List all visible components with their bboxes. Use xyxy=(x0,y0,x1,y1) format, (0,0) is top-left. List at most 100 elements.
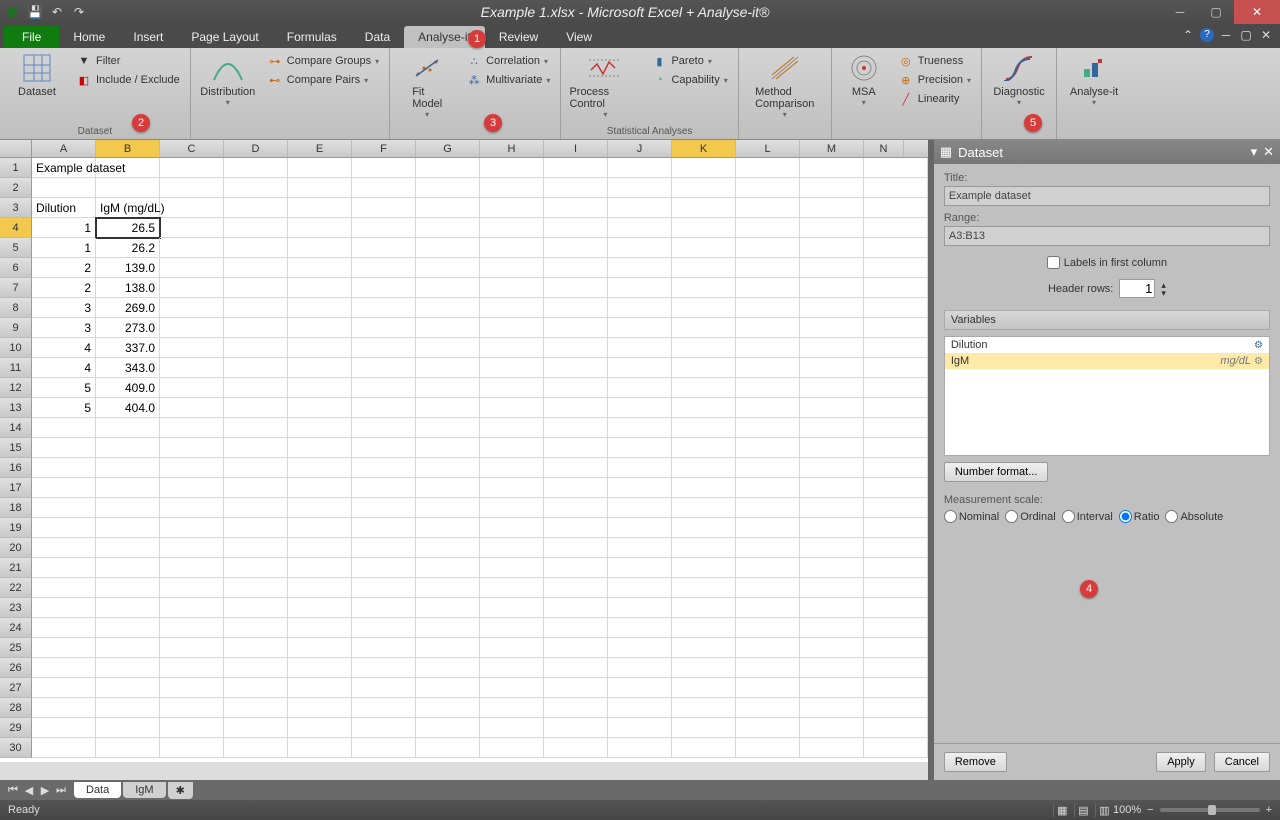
cell[interactable] xyxy=(736,418,800,438)
cell[interactable] xyxy=(416,738,480,758)
cell[interactable] xyxy=(416,318,480,338)
col-header[interactable]: L xyxy=(736,140,800,157)
last-sheet-icon[interactable]: ⏭ xyxy=(54,784,68,797)
row-header[interactable]: 19 xyxy=(0,518,32,538)
cell[interactable] xyxy=(864,358,928,378)
variable-config-icon[interactable]: ⚙ xyxy=(1254,340,1263,351)
cell[interactable] xyxy=(288,198,352,218)
tab-view[interactable]: View xyxy=(552,26,606,48)
cell[interactable] xyxy=(736,178,800,198)
cell[interactable] xyxy=(288,478,352,498)
zoom-out-icon[interactable]: − xyxy=(1147,804,1153,816)
cell[interactable] xyxy=(224,238,288,258)
cell[interactable] xyxy=(352,178,416,198)
cell[interactable]: 1 xyxy=(32,238,96,258)
zoom-slider[interactable] xyxy=(1160,808,1260,812)
cell[interactable] xyxy=(736,218,800,238)
cell[interactable] xyxy=(544,218,608,238)
cell[interactable] xyxy=(608,738,672,758)
title-field[interactable] xyxy=(944,186,1270,206)
cell[interactable] xyxy=(480,238,544,258)
cell[interactable] xyxy=(608,278,672,298)
pane-close-icon[interactable]: ✕ xyxy=(1263,144,1274,160)
cell[interactable] xyxy=(864,678,928,698)
cell[interactable] xyxy=(288,358,352,378)
cell[interactable] xyxy=(608,458,672,478)
include-exclude-button[interactable]: ◧Include / Exclude xyxy=(74,71,182,89)
cell[interactable] xyxy=(480,638,544,658)
cell[interactable] xyxy=(544,158,608,178)
cell[interactable] xyxy=(864,498,928,518)
row-header[interactable]: 13 xyxy=(0,398,32,418)
cell[interactable] xyxy=(288,738,352,758)
cell[interactable] xyxy=(96,478,160,498)
cell[interactable] xyxy=(864,398,928,418)
cell[interactable] xyxy=(224,638,288,658)
analyse-it-button[interactable]: Analyse-it▾ xyxy=(1065,50,1123,107)
cell[interactable] xyxy=(672,638,736,658)
cell[interactable]: IgM (mg/dL) xyxy=(96,198,160,218)
row-header[interactable]: 9 xyxy=(0,318,32,338)
cell[interactable] xyxy=(224,418,288,438)
cell[interactable] xyxy=(288,698,352,718)
cell[interactable]: 5 xyxy=(32,398,96,418)
cell[interactable] xyxy=(352,458,416,478)
cell[interactable] xyxy=(224,438,288,458)
cell[interactable] xyxy=(864,698,928,718)
distribution-button[interactable]: Distribution▾ xyxy=(199,50,257,107)
cell[interactable] xyxy=(864,418,928,438)
tab-review[interactable]: Review xyxy=(485,26,552,48)
cancel-button[interactable]: Cancel xyxy=(1214,752,1270,772)
process-control-button[interactable]: Process Control▾ xyxy=(569,50,641,119)
cell[interactable] xyxy=(672,578,736,598)
cell[interactable] xyxy=(864,238,928,258)
cell[interactable] xyxy=(672,498,736,518)
col-header[interactable]: D xyxy=(224,140,288,157)
cell[interactable] xyxy=(224,518,288,538)
cell[interactable] xyxy=(800,198,864,218)
cell[interactable] xyxy=(352,278,416,298)
cell[interactable] xyxy=(608,298,672,318)
cell[interactable] xyxy=(160,398,224,418)
cell[interactable] xyxy=(480,358,544,378)
cell[interactable] xyxy=(288,598,352,618)
cell[interactable] xyxy=(160,378,224,398)
cell[interactable]: 404.0 xyxy=(96,398,160,418)
cell[interactable] xyxy=(480,258,544,278)
radio-nominal[interactable]: Nominal xyxy=(944,510,999,523)
cell[interactable] xyxy=(32,698,96,718)
cell[interactable] xyxy=(416,378,480,398)
cell[interactable] xyxy=(864,278,928,298)
cell[interactable] xyxy=(288,158,352,178)
cell[interactable] xyxy=(736,238,800,258)
cell[interactable] xyxy=(160,178,224,198)
cell[interactable] xyxy=(480,498,544,518)
cell[interactable] xyxy=(480,618,544,638)
cell[interactable]: 3 xyxy=(32,298,96,318)
cell[interactable] xyxy=(736,698,800,718)
tab-data[interactable]: Data xyxy=(351,26,404,48)
cell[interactable] xyxy=(864,538,928,558)
dataset-button[interactable]: Dataset xyxy=(8,50,66,98)
cell[interactable] xyxy=(608,518,672,538)
cell[interactable] xyxy=(608,198,672,218)
cell[interactable]: 1 xyxy=(32,218,96,238)
cell[interactable] xyxy=(352,658,416,678)
cell[interactable] xyxy=(864,158,928,178)
cell[interactable] xyxy=(736,598,800,618)
cell[interactable] xyxy=(480,458,544,478)
cell[interactable]: 139.0 xyxy=(96,258,160,278)
row-header[interactable]: 6 xyxy=(0,258,32,278)
cell[interactable] xyxy=(416,458,480,478)
cell[interactable] xyxy=(736,438,800,458)
cell[interactable] xyxy=(800,258,864,278)
row-header[interactable]: 26 xyxy=(0,658,32,678)
cell[interactable] xyxy=(160,418,224,438)
cell[interactable] xyxy=(352,318,416,338)
cell[interactable]: 4 xyxy=(32,338,96,358)
cell[interactable] xyxy=(416,198,480,218)
cell[interactable] xyxy=(480,538,544,558)
cell[interactable] xyxy=(672,158,736,178)
cell[interactable] xyxy=(352,338,416,358)
cell[interactable] xyxy=(224,718,288,738)
